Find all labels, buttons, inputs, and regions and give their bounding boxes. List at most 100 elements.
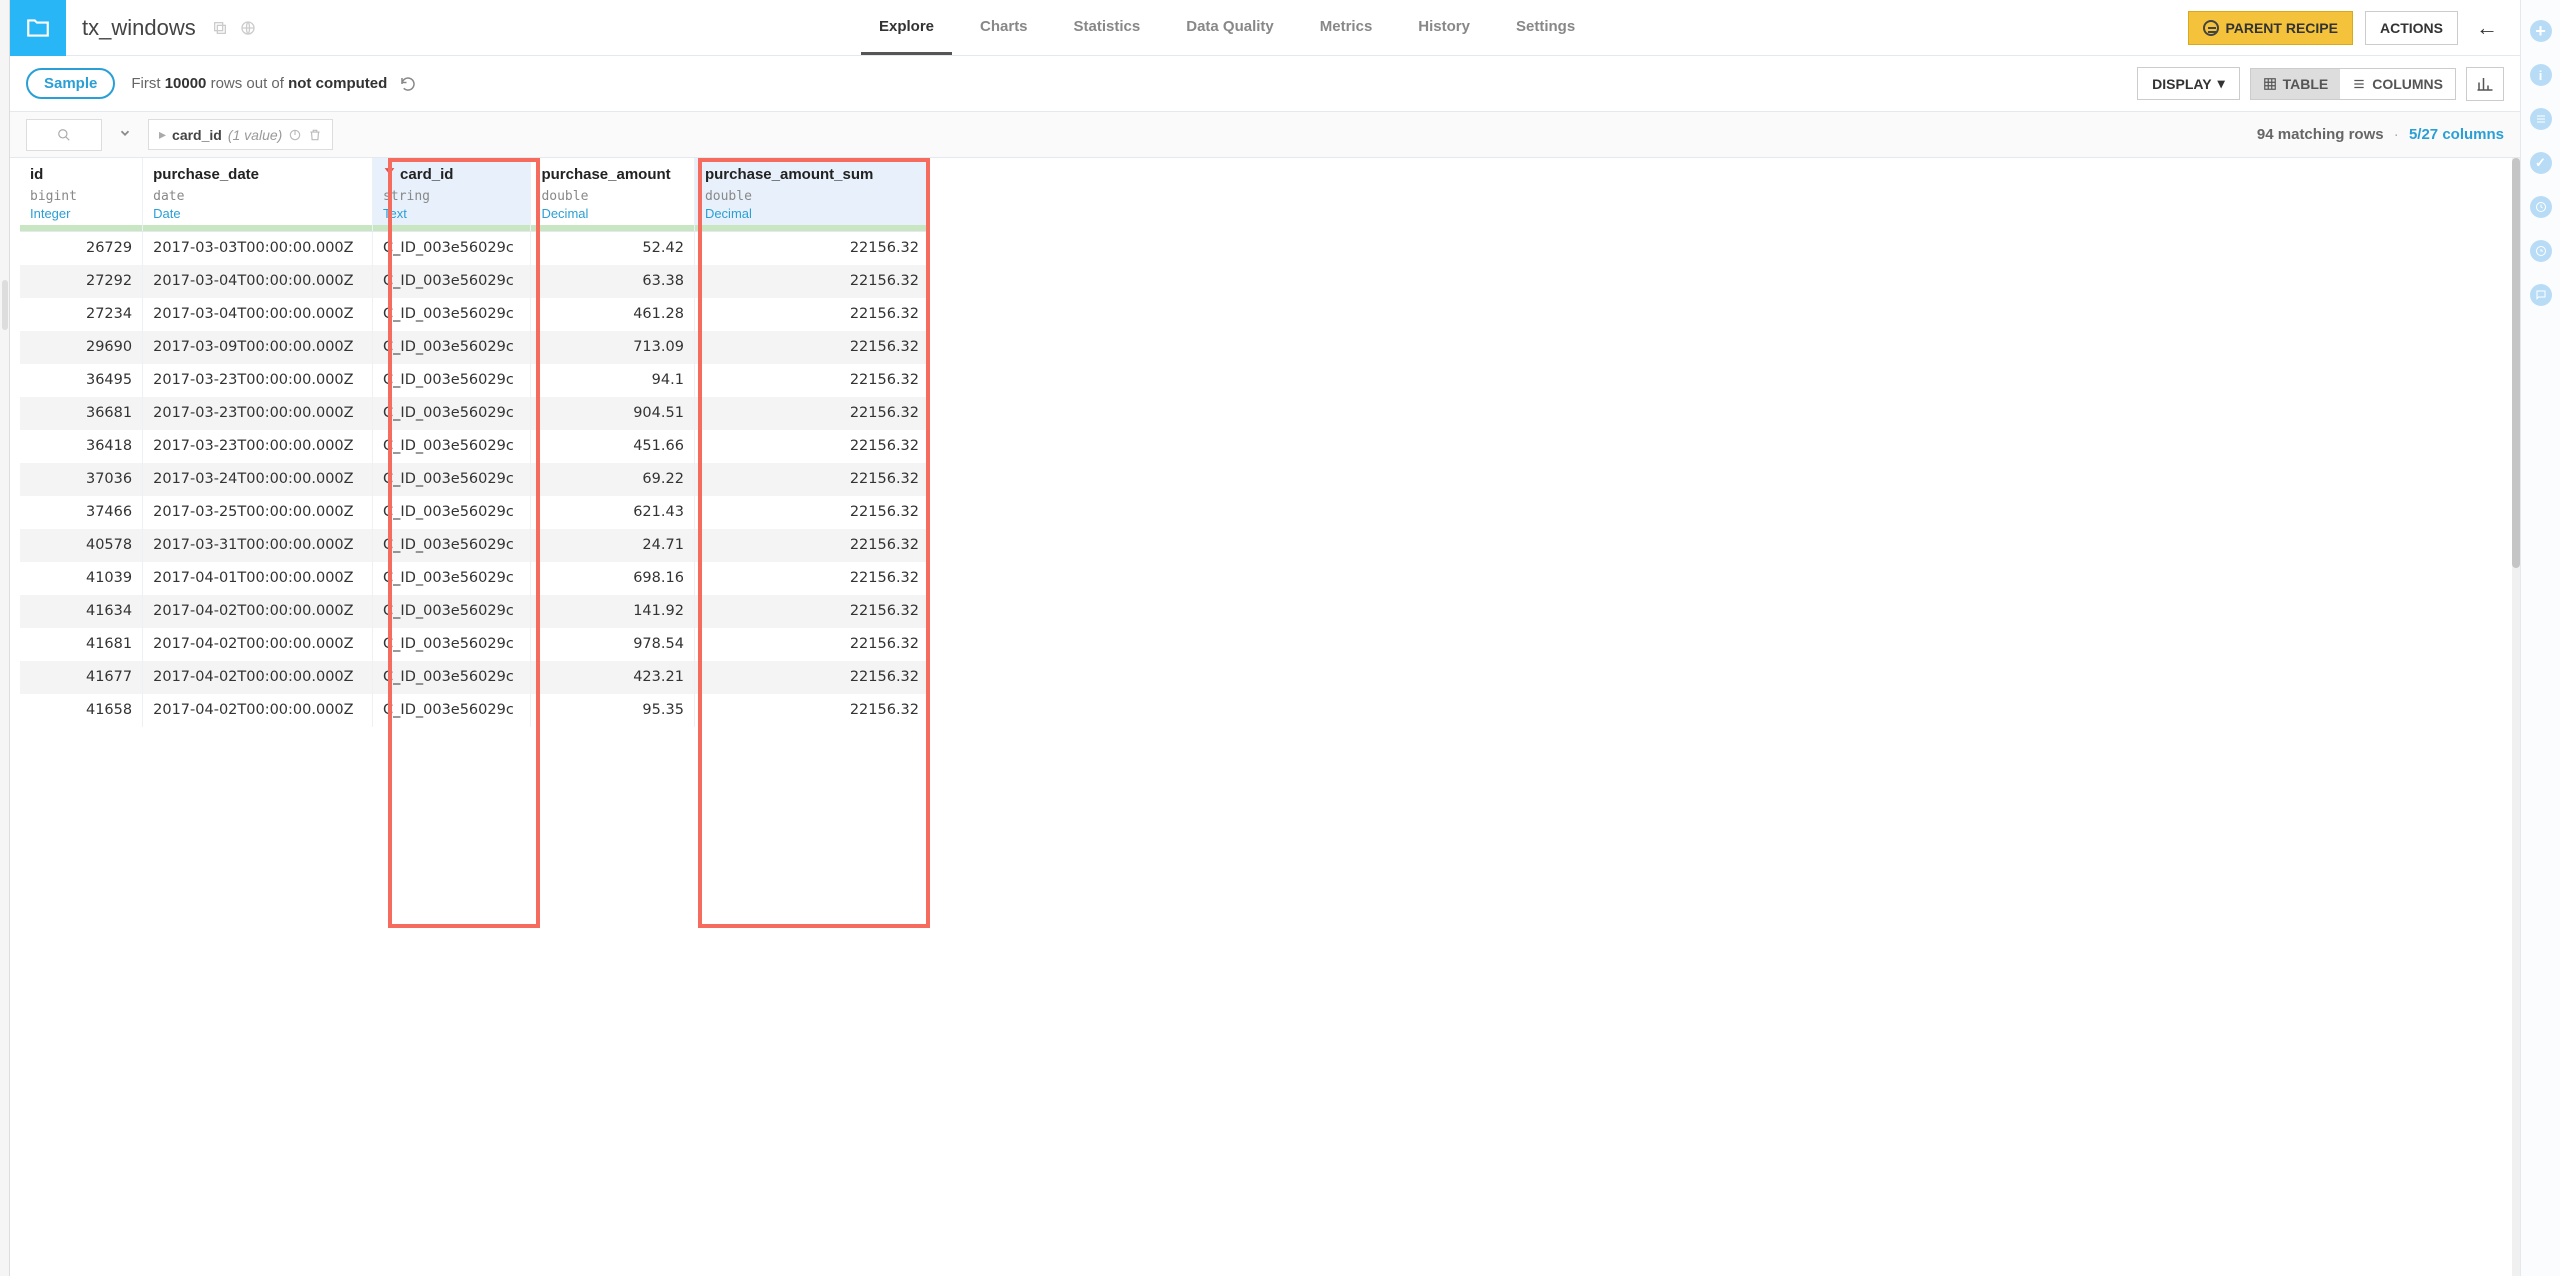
cell[interactable]: 2017-04-02T00:00:00.000Z [143,661,373,694]
cell[interactable]: 978.54 [531,628,695,661]
cell[interactable]: 27234 [20,298,143,331]
cell[interactable]: 24.71 [531,529,695,562]
cell[interactable]: C_ID_003e56029c [373,364,531,397]
cell[interactable]: C_ID_003e56029c [373,397,531,430]
back-arrow-icon[interactable]: ← [2470,15,2504,41]
history-icon[interactable] [2530,196,2552,218]
tab-explore[interactable]: Explore [861,0,952,55]
cell[interactable]: 22156.32 [694,265,929,298]
cell[interactable]: 2017-03-23T00:00:00.000Z [143,397,373,430]
cell[interactable]: 2017-04-02T00:00:00.000Z [143,694,373,727]
cell[interactable]: 2017-04-02T00:00:00.000Z [143,628,373,661]
cell[interactable]: C_ID_003e56029c [373,628,531,661]
cell[interactable]: 26729 [20,232,143,265]
cell[interactable]: 2017-03-23T00:00:00.000Z [143,430,373,463]
chat-icon[interactable] [2530,284,2552,306]
cell[interactable]: C_ID_003e56029c [373,529,531,562]
cell[interactable]: C_ID_003e56029c [373,430,531,463]
trash-icon[interactable] [308,128,322,142]
table-row[interactable]: 267292017-03-03T00:00:00.000ZC_ID_003e56… [20,232,930,265]
cell[interactable]: 95.35 [531,694,695,727]
cell[interactable]: C_ID_003e56029c [373,232,531,265]
cell[interactable]: C_ID_003e56029c [373,562,531,595]
cell[interactable]: 22156.32 [694,232,929,265]
actions-button[interactable]: ACTIONS [2365,11,2458,45]
tab-data-quality[interactable]: Data Quality [1168,0,1292,55]
table-row[interactable]: 416812017-04-02T00:00:00.000ZC_ID_003e56… [20,628,930,661]
cell[interactable]: 451.66 [531,430,695,463]
cell[interactable]: 27292 [20,265,143,298]
cell[interactable]: 36681 [20,397,143,430]
tab-metrics[interactable]: Metrics [1302,0,1391,55]
cell[interactable]: 22156.32 [694,628,929,661]
check-icon[interactable]: ✓ [2530,152,2552,174]
cell[interactable]: C_ID_003e56029c [373,661,531,694]
cell[interactable]: 22156.32 [694,298,929,331]
cell[interactable]: 22156.32 [694,331,929,364]
cell[interactable]: 621.43 [531,496,695,529]
cell[interactable]: 22156.32 [694,595,929,628]
cell[interactable]: 94.1 [531,364,695,397]
table-row[interactable]: 364182017-03-23T00:00:00.000ZC_ID_003e56… [20,430,930,463]
cell[interactable]: 461.28 [531,298,695,331]
chevron-down-icon[interactable] [112,126,138,143]
copy-icon[interactable] [212,20,228,36]
cell[interactable]: 52.42 [531,232,695,265]
cell[interactable]: 37036 [20,463,143,496]
cell[interactable]: 22156.32 [694,430,929,463]
cell[interactable]: 63.38 [531,265,695,298]
cell[interactable]: 41634 [20,595,143,628]
refresh-icon[interactable] [399,75,417,93]
scrollbar-thumb[interactable] [2512,158,2520,568]
cell[interactable]: C_ID_003e56029c [373,694,531,727]
table-row[interactable]: 272342017-03-04T00:00:00.000ZC_ID_003e56… [20,298,930,331]
cell[interactable]: 2017-04-02T00:00:00.000Z [143,595,373,628]
cell[interactable]: 22156.32 [694,496,929,529]
cell[interactable]: 22156.32 [694,694,929,727]
cell[interactable]: 22156.32 [694,562,929,595]
column-semantic[interactable]: Decimal [705,206,919,221]
table-row[interactable]: 296902017-03-09T00:00:00.000ZC_ID_003e56… [20,331,930,364]
add-icon[interactable]: + [2530,20,2552,42]
cell[interactable]: 713.09 [531,331,695,364]
table-row[interactable]: 374662017-03-25T00:00:00.000ZC_ID_003e56… [20,496,930,529]
cell[interactable]: 37466 [20,496,143,529]
display-dropdown[interactable]: DISPLAY ▾ [2137,67,2239,100]
parent-recipe-button[interactable]: PARENT RECIPE [2188,11,2353,45]
cell[interactable]: 2017-03-04T00:00:00.000Z [143,265,373,298]
table-row[interactable]: 416582017-04-02T00:00:00.000ZC_ID_003e56… [20,694,930,727]
scrollbar-track[interactable] [2512,158,2520,1276]
toggle-columns[interactable]: COLUMNS [2340,69,2455,99]
cell[interactable]: 423.21 [531,661,695,694]
cell[interactable]: 36418 [20,430,143,463]
table-row[interactable]: 370362017-03-24T00:00:00.000ZC_ID_003e56… [20,463,930,496]
cell[interactable]: 40578 [20,529,143,562]
cell[interactable]: 41681 [20,628,143,661]
cell[interactable]: 698.16 [531,562,695,595]
cell[interactable]: 41039 [20,562,143,595]
cell[interactable]: 2017-03-24T00:00:00.000Z [143,463,373,496]
table-row[interactable]: 416342017-04-02T00:00:00.000ZC_ID_003e56… [20,595,930,628]
cell[interactable]: C_ID_003e56029c [373,595,531,628]
power-icon[interactable] [288,128,302,142]
table-row[interactable]: 416772017-04-02T00:00:00.000ZC_ID_003e56… [20,661,930,694]
cell[interactable]: 22156.32 [694,397,929,430]
cell[interactable]: 22156.32 [694,529,929,562]
cell[interactable]: 41658 [20,694,143,727]
column-semantic[interactable]: Text [383,206,520,221]
cell[interactable]: 2017-04-01T00:00:00.000Z [143,562,373,595]
chart-button[interactable] [2466,67,2504,101]
column-header-purchase_date[interactable]: purchase_datedateDate [143,158,373,232]
column-header-purchase_amount[interactable]: purchase_amountdoubleDecimal [531,158,695,232]
cell[interactable]: 41677 [20,661,143,694]
cell[interactable]: 22156.32 [694,463,929,496]
cell[interactable]: 29690 [20,331,143,364]
cell[interactable]: 69.22 [531,463,695,496]
cell[interactable]: 904.51 [531,397,695,430]
clock-icon[interactable] [2530,240,2552,262]
column-semantic[interactable]: Decimal [541,206,684,221]
cell[interactable]: 2017-03-03T00:00:00.000Z [143,232,373,265]
columns-link[interactable]: 5/27 columns [2409,126,2504,143]
sample-button[interactable]: Sample [26,68,115,99]
cell[interactable]: 2017-03-25T00:00:00.000Z [143,496,373,529]
